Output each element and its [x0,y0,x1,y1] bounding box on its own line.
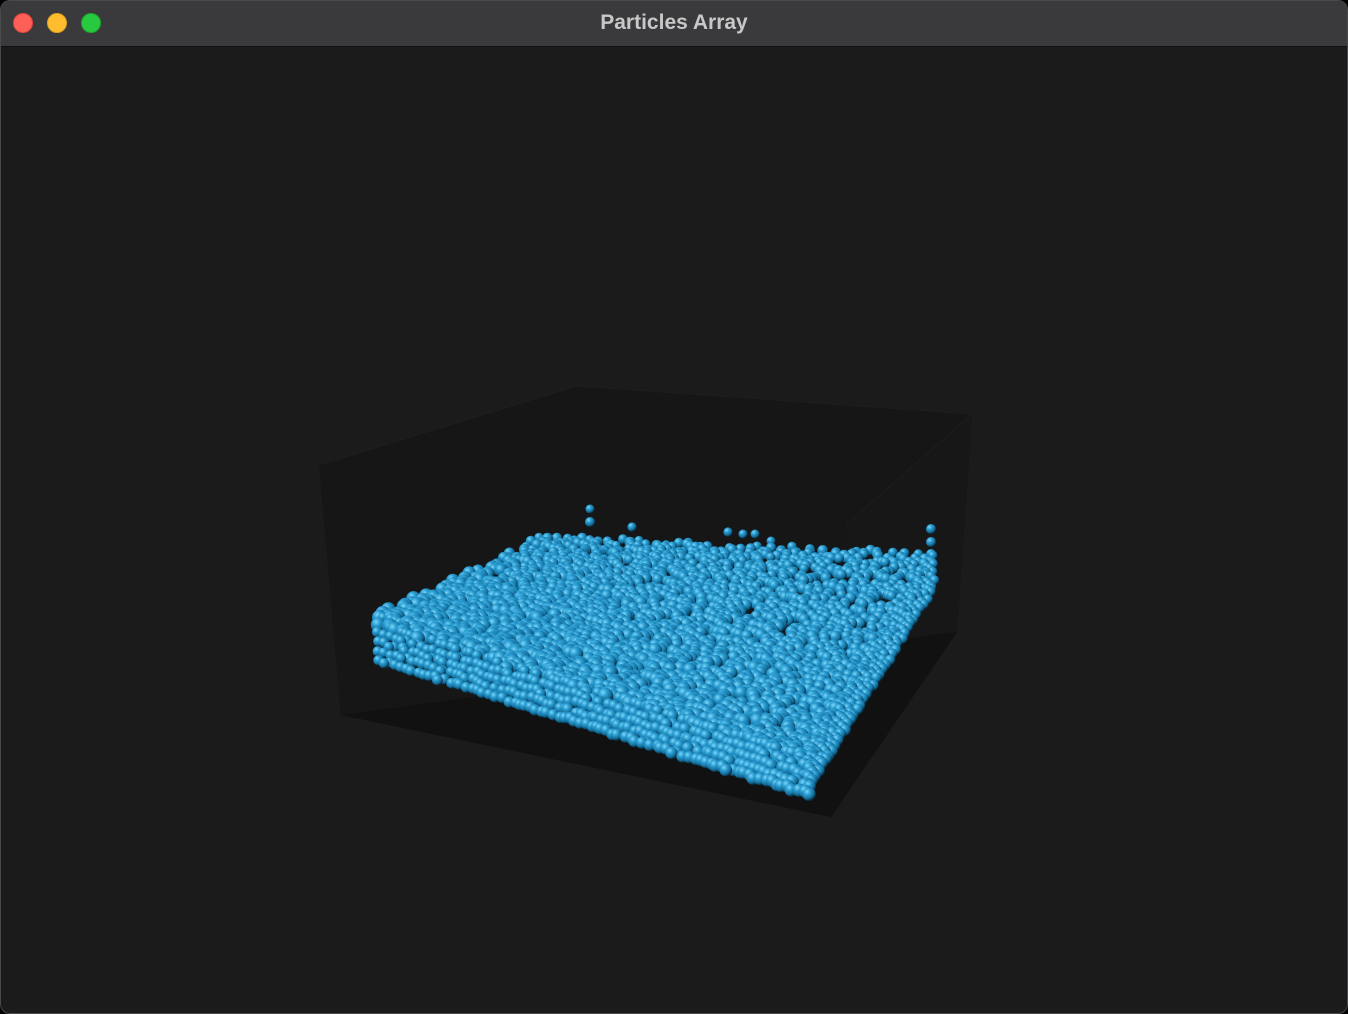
particle [432,674,443,686]
window-title: Particles Array [600,11,748,34]
particle [880,557,890,568]
particle [378,658,390,669]
3d-viewport[interactable] [1,47,1348,1014]
particle [834,553,844,564]
title-bar[interactable]: Particles Array [1,1,1347,47]
particle [835,569,847,581]
app-window: Particles Array [0,0,1348,1014]
particle [719,763,733,777]
particle [926,537,936,547]
particle [665,746,678,760]
particle [738,529,748,539]
particle [926,524,936,534]
particle [750,529,760,539]
particle [723,527,733,537]
particle [585,517,595,527]
particle [585,504,595,514]
particle [627,522,637,532]
particle [802,787,816,801]
particle-scene[interactable] [1,47,1348,1014]
